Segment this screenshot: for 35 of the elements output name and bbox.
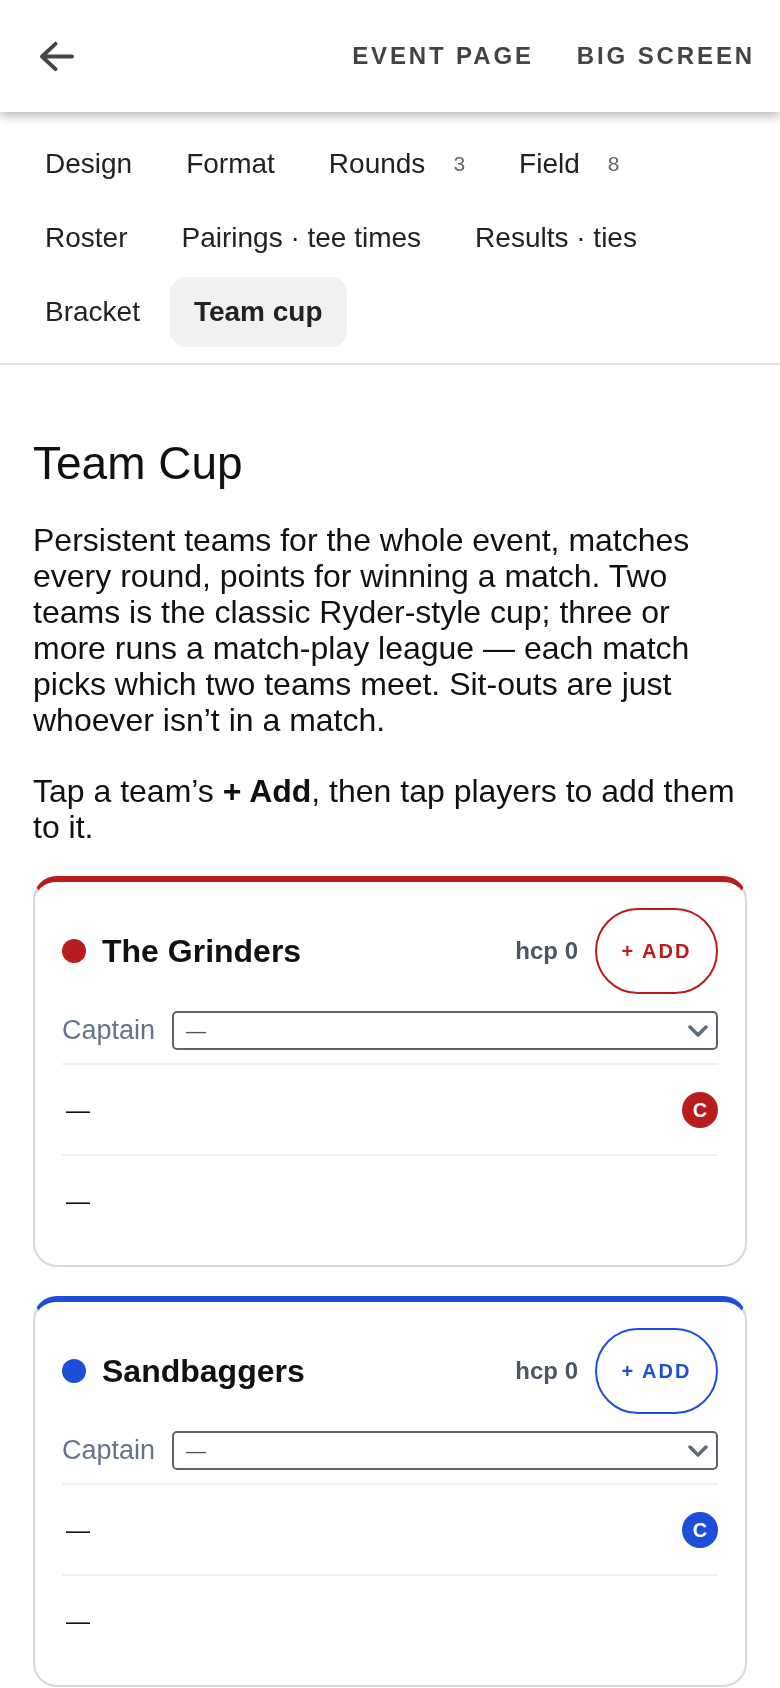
tab-count: 3 [453, 151, 466, 178]
header-link[interactable]: BIG SCREEN [576, 44, 755, 68]
tab[interactable]: Results · ties [451, 203, 661, 273]
team-handicap: hcp 0 [515, 1359, 578, 1383]
header-link[interactable]: EVENT PAGE [352, 44, 534, 68]
tab[interactable]: Field 8 [495, 129, 644, 199]
team-handicap: hcp 0 [515, 939, 578, 963]
team-name: Sandbaggers [102, 1355, 306, 1387]
add-player-button[interactable]: + ADD [595, 1328, 718, 1414]
chevron-down-icon [688, 1024, 708, 1037]
instruction-text: Tap a team’s + Add, then tap players to add them to it. [33, 773, 736, 845]
captain-select[interactable]: — [172, 1011, 718, 1050]
section-description: Persistent teams for the whole event, matches every round, points for winning a match. Two teams is the classic Ryder-style cup; three or more runs a match-play league — each match picks which two teams meet. Sit-outs are just whoever isn’t in a match. [33, 522, 691, 738]
chevron-down-icon [688, 1444, 708, 1457]
captain-label: Captain [62, 1437, 156, 1464]
tab[interactable]: Pairings · tee times [157, 203, 446, 273]
tab[interactable]: Bracket [21, 277, 164, 347]
player-name: — [66, 1517, 90, 1542]
captain-badge: C [682, 1511, 718, 1548]
tab[interactable]: Design [21, 129, 157, 199]
tab[interactable]: Rounds 3 [304, 129, 490, 199]
captain-badge: C [682, 1091, 718, 1128]
team-name: The Grinders [102, 935, 303, 967]
add-player-button[interactable]: + ADD [595, 908, 718, 994]
captain-label: Captain [62, 1017, 156, 1044]
tab[interactable]: Team cup [169, 277, 347, 347]
player-name: — [66, 1097, 90, 1122]
tab[interactable]: Format [162, 129, 299, 199]
left-arrow-icon[interactable] [39, 40, 74, 72]
captain-select[interactable]: — [172, 1431, 718, 1470]
tab-count: 8 [607, 151, 620, 178]
tab[interactable]: Roster [21, 203, 152, 273]
section-title: Team Cup [33, 436, 244, 491]
player-name: — [66, 1608, 90, 1633]
player-name: — [66, 1188, 90, 1213]
